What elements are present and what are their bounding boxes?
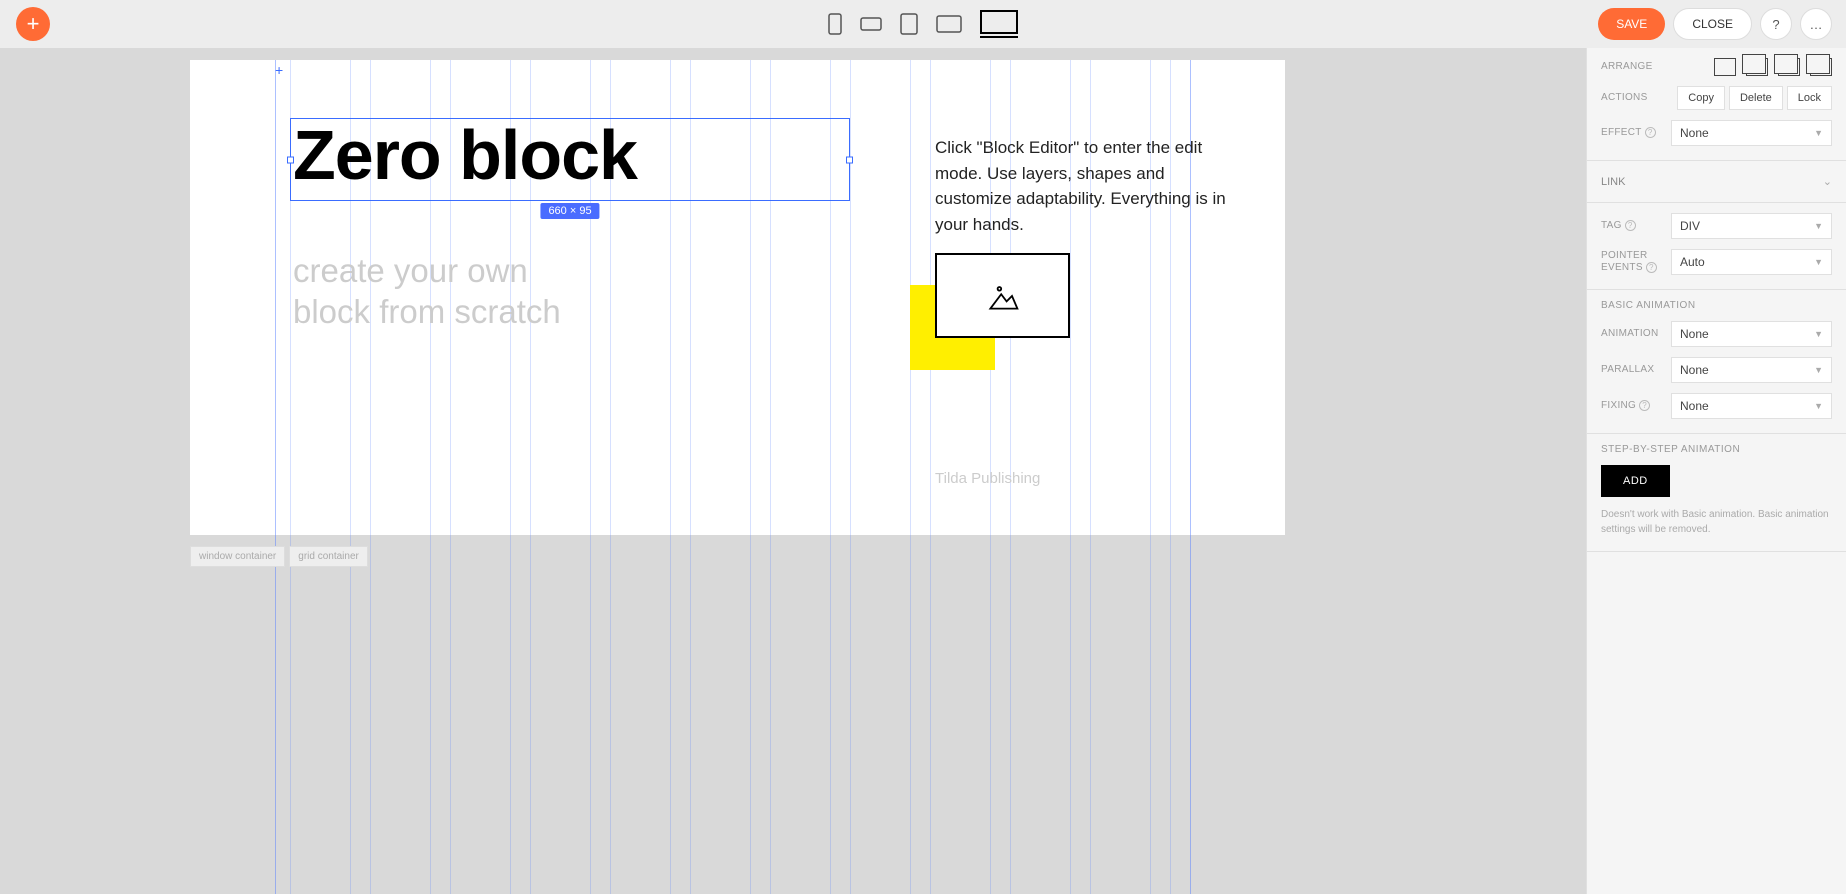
subheading-line: create your own [293,252,528,289]
help-icon[interactable]: ? [1646,262,1657,273]
effect-select[interactable]: None▼ [1671,120,1832,146]
step-animation-title: STEP-BY-STEP ANIMATION [1601,444,1832,455]
device-switcher [828,10,1018,38]
parallax-label: PARALLAX [1601,364,1671,376]
delete-button[interactable]: Delete [1729,86,1783,110]
actions-label: ACTIONS [1601,92,1671,104]
container-tags: window container grid container [190,546,368,567]
device-phone-landscape-icon[interactable] [860,17,882,31]
workspace[interactable]: + Zero block create your own block from … [0,48,1586,894]
save-button[interactable]: SAVE [1598,8,1665,40]
animation-select[interactable]: None▼ [1671,321,1832,347]
basic-animation-title: BASIC ANIMATION [1601,300,1832,311]
step-animation-note: Doesn't work with Basic animation. Basic… [1601,507,1832,537]
dimensions-badge: 660 × 95 [540,203,599,219]
top-toolbar: + SAVE CLOSE ? … [0,0,1846,48]
add-animation-button[interactable]: ADD [1601,465,1670,497]
resize-handle-right[interactable] [846,156,853,163]
step-animation-section: STEP-BY-STEP ANIMATION ADD Doesn't work … [1587,434,1846,552]
parallax-select[interactable]: None▼ [1671,357,1832,383]
copy-button[interactable]: Copy [1677,86,1725,110]
device-tablet-landscape-icon[interactable] [936,15,962,33]
arrange-backward-icon[interactable] [1778,58,1800,76]
tag-section: TAG? DIV▼ POINTER EVENTS? Auto▼ [1587,203,1846,290]
more-button[interactable]: … [1800,8,1832,40]
properties-panel: ARRANGE ACTIONS Copy Delete Lock EFFECT?… [1586,48,1846,894]
pointer-events-select[interactable]: Auto▼ [1671,249,1832,275]
device-tablet-icon[interactable] [900,13,918,35]
close-button[interactable]: CLOSE [1673,8,1752,40]
lock-button[interactable]: Lock [1787,86,1832,110]
image-placeholder[interactable] [935,253,1070,338]
arrange-back-icon[interactable] [1810,58,1832,76]
tag-label: TAG? [1601,220,1671,232]
arrange-front-icon[interactable] [1714,58,1736,76]
artboard[interactable]: + Zero block create your own block from … [190,60,1285,535]
resize-handle-left[interactable] [287,156,294,163]
arrange-forward-icon[interactable] [1746,58,1768,76]
subheading-text[interactable]: create your own block from scratch [293,250,561,333]
add-block-button[interactable]: + [16,7,50,41]
device-phone-icon[interactable] [828,13,842,35]
origin-marker: + [275,62,283,78]
help-icon[interactable]: ? [1645,127,1656,138]
container-tag[interactable]: window container [190,546,285,567]
subheading-line: block from scratch [293,293,561,330]
container-tag[interactable]: grid container [289,546,368,567]
effect-label: EFFECT? [1601,127,1671,139]
selection-box[interactable]: 660 × 95 [290,118,850,201]
arrange-section: ARRANGE ACTIONS Copy Delete Lock EFFECT?… [1587,48,1846,161]
top-right-buttons: SAVE CLOSE ? … [1598,8,1832,40]
picture-icon [985,278,1021,314]
basic-animation-section: BASIC ANIMATION ANIMATION None▼ PARALLAX… [1587,290,1846,434]
chevron-down-icon: ⌄ [1823,175,1832,188]
pointer-events-label: POINTER EVENTS? [1601,250,1671,274]
tag-select[interactable]: DIV▼ [1671,213,1832,239]
help-icon[interactable]: ? [1625,220,1636,231]
device-desktop-icon[interactable] [980,10,1018,38]
link-label: LINK [1601,176,1625,188]
link-section[interactable]: LINK ⌄ [1587,161,1846,203]
help-button[interactable]: ? [1760,8,1792,40]
arrange-label: ARRANGE [1601,61,1671,73]
tilda-credit[interactable]: Tilda Publishing [935,470,1040,487]
fixing-label: FIXING? [1601,400,1671,412]
help-icon[interactable]: ? [1639,400,1650,411]
description-text[interactable]: Click "Block Editor" to enter the edit m… [935,135,1245,237]
animation-label: ANIMATION [1601,328,1671,340]
fixing-select[interactable]: None▼ [1671,393,1832,419]
